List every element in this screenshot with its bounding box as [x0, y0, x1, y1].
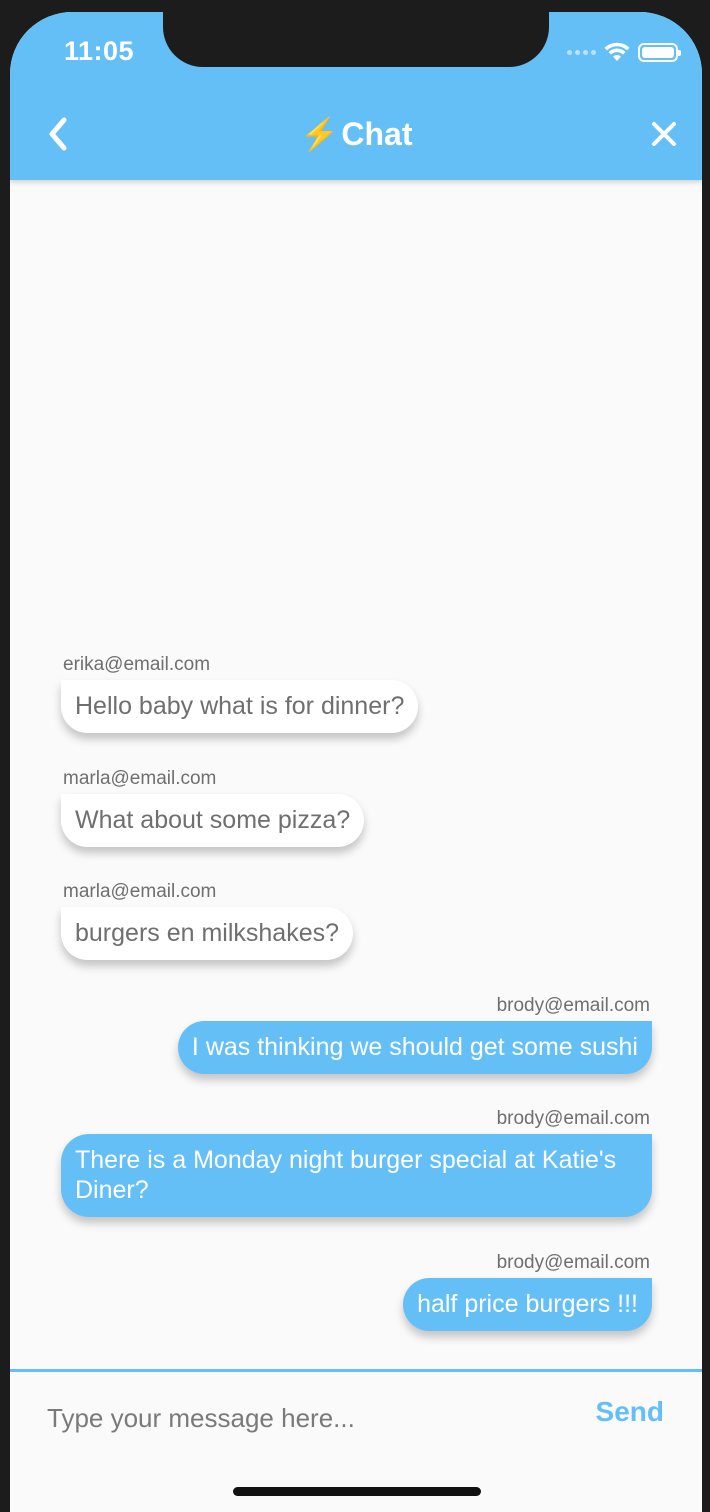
message-bubble: What about some pizza?: [61, 794, 365, 847]
message-sender: marla@email.com: [63, 768, 217, 789]
message-bubble: There is a Monday night burger special a…: [61, 1134, 652, 1217]
lightning-bolt-icon: ⚡: [299, 116, 340, 152]
page-title-text: Chat: [341, 116, 413, 152]
message-bubble: half price burgers !!!: [403, 1278, 652, 1331]
page-title: ⚡Chat: [10, 115, 702, 153]
chat-screen: 11:05 ⚡Chat erika@email.com Hello baby w…: [10, 12, 702, 1512]
message-item: marla@email.com burgers en milkshakes?: [61, 881, 354, 960]
home-indicator: [233, 1487, 481, 1496]
message-input[interactable]: [45, 1397, 569, 1439]
close-icon: [652, 122, 676, 146]
message-sender: erika@email.com: [63, 654, 211, 675]
battery-icon: [638, 42, 681, 62]
send-button[interactable]: Send: [596, 1396, 664, 1428]
message-bubble: burgers en milkshakes?: [61, 907, 354, 960]
message-sender: brody@email.com: [496, 1252, 650, 1273]
message-sender: brody@email.com: [496, 995, 650, 1016]
status-time: 11:05: [64, 36, 135, 66]
message-list: erika@email.com Hello baby what is for d…: [10, 180, 702, 1368]
message-item: brody@email.com There is a Monday night …: [61, 1108, 652, 1217]
message-bubble: Hello baby what is for dinner?: [61, 680, 419, 733]
close-button[interactable]: [646, 116, 682, 152]
message-item: brody@email.com I was thinking we should…: [177, 995, 652, 1074]
app-bar: 11:05 ⚡Chat: [10, 12, 702, 180]
message-item: marla@email.com What about some pizza?: [61, 768, 365, 847]
wifi-icon: [604, 42, 630, 61]
composer-divider: [10, 1369, 702, 1372]
message-item: erika@email.com Hello baby what is for d…: [61, 654, 419, 733]
message-sender: brody@email.com: [496, 1108, 650, 1129]
status-icons: [567, 42, 681, 62]
message-bubble: I was thinking we should get some sushi: [177, 1021, 652, 1074]
message-sender: marla@email.com: [63, 881, 217, 902]
message-item: brody@email.com half price burgers !!!: [403, 1252, 652, 1331]
cellular-signal-icon: [567, 49, 596, 55]
device-notch: [163, 12, 549, 67]
